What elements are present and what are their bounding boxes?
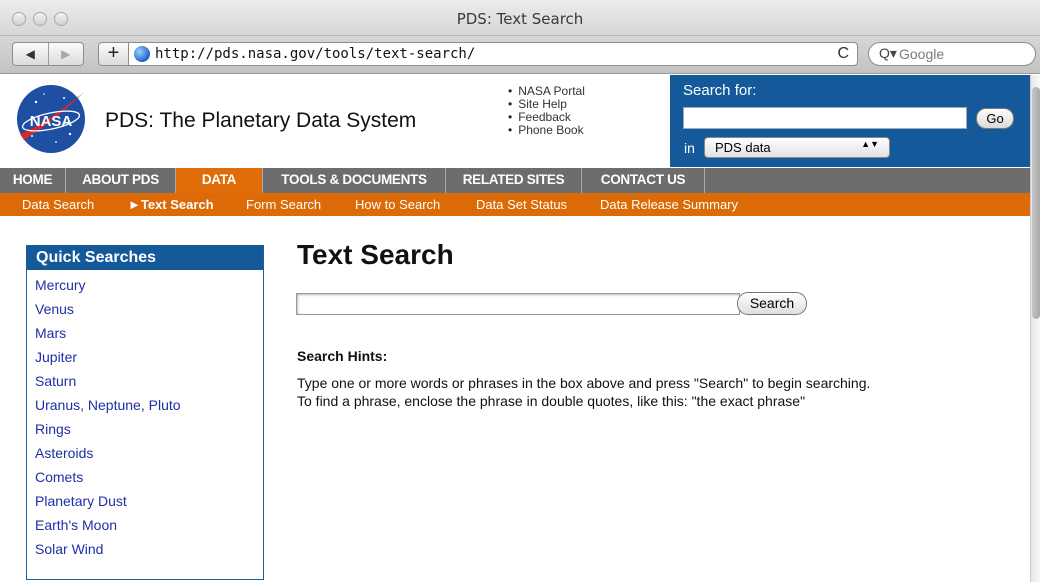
search-placeholder: Google	[899, 46, 945, 62]
quick-searches-title: Quick Searches	[27, 246, 263, 270]
nav-about-pds[interactable]: ABOUT PDS	[66, 168, 176, 193]
url-text[interactable]: http://pds.nasa.gov/tools/text-search/	[155, 46, 475, 62]
page-title: Text Search	[297, 239, 454, 270]
search-scope-value: PDS data	[715, 140, 771, 155]
quick-link-jupiter[interactable]: Jupiter	[35, 348, 181, 372]
nasa-logo[interactable]: NASA	[16, 84, 86, 154]
vertical-scrollbar[interactable]	[1030, 75, 1040, 582]
quick-link-earths-moon[interactable]: Earth's Moon	[35, 516, 181, 540]
header-links: NASA Portal Site Help Feedback Phone Boo…	[508, 85, 585, 137]
search-hints-heading: Search Hints:	[297, 348, 388, 364]
address-bar[interactable]: http://pds.nasa.gov/tools/text-search/ C	[128, 42, 858, 66]
search-hint-line-1: Type one or more words or phrases in the…	[297, 375, 871, 391]
quick-link-rings[interactable]: Rings	[35, 420, 181, 444]
search-scope-select[interactable]: PDS data ▲▼	[704, 137, 890, 158]
go-button[interactable]: Go	[976, 108, 1014, 129]
back-button[interactable]: ◀	[13, 43, 49, 65]
browser-toolbar: ◀ ▶ + http://pds.nasa.gov/tools/text-sea…	[0, 36, 1040, 74]
quick-link-solar-wind[interactable]: Solar Wind	[35, 540, 181, 564]
nav-data[interactable]: DATA	[176, 168, 263, 193]
quick-link-venus[interactable]: Venus	[35, 300, 181, 324]
quick-link-asteroids[interactable]: Asteroids	[35, 444, 181, 468]
search-icon[interactable]: Q▾	[879, 45, 897, 62]
globe-icon	[134, 46, 150, 62]
window-title: PDS: Text Search	[456, 10, 584, 28]
link-phone-book[interactable]: Phone Book	[508, 124, 585, 137]
nav-home[interactable]: HOME	[0, 168, 66, 193]
quick-searches-list: Mercury Venus Mars Jupiter Saturn Uranus…	[35, 276, 181, 564]
quick-link-mercury[interactable]: Mercury	[35, 276, 181, 300]
site-title[interactable]: PDS: The Planetary Data System	[105, 109, 416, 133]
select-arrows-icon: ▲▼	[861, 139, 879, 149]
page-viewport: NASA PDS: The Planetary Data System NASA…	[0, 75, 1030, 582]
nav-tools-documents[interactable]: TOOLS & DOCUMENTS	[263, 168, 446, 193]
subnav-data-search[interactable]: Data Search	[22, 197, 94, 212]
scrollbar-thumb[interactable]	[1032, 87, 1040, 319]
browser-search-field[interactable]: Q▾ Google	[868, 42, 1036, 66]
history-buttons: ◀ ▶	[12, 42, 84, 66]
subnav-data-set-status[interactable]: Data Set Status	[476, 197, 567, 212]
sub-nav: Data Search ►Text Search Form Search How…	[0, 193, 1030, 216]
site-search-input[interactable]	[683, 107, 967, 129]
main-nav: HOME ABOUT PDS DATA TOOLS & DOCUMENTS RE…	[0, 168, 1030, 193]
quick-link-saturn[interactable]: Saturn	[35, 372, 181, 396]
subnav-how-to-search[interactable]: How to Search	[355, 197, 440, 212]
in-label: in	[684, 140, 695, 156]
quick-link-outer-planets[interactable]: Uranus, Neptune, Pluto	[35, 396, 181, 420]
quick-searches-box: Quick Searches Mercury Venus Mars Jupite…	[26, 245, 264, 580]
nav-related-sites[interactable]: RELATED SITES	[446, 168, 582, 193]
site-header: NASA PDS: The Planetary Data System NASA…	[0, 75, 1030, 167]
text-search-input[interactable]	[296, 293, 740, 315]
search-button[interactable]: Search	[737, 292, 807, 315]
quick-link-comets[interactable]: Comets	[35, 468, 181, 492]
quick-link-planetary-dust[interactable]: Planetary Dust	[35, 492, 181, 516]
subnav-data-release-summary[interactable]: Data Release Summary	[600, 197, 738, 212]
add-bookmark-button[interactable]: +	[98, 42, 128, 66]
nav-contact-us[interactable]: CONTACT US	[582, 168, 705, 193]
reload-icon[interactable]: C	[837, 45, 849, 63]
window-titlebar: PDS: Text Search	[0, 0, 1040, 36]
site-search-panel: Search for: Go in PDS data ▲▼	[670, 75, 1030, 167]
subnav-text-search[interactable]: ►Text Search	[128, 197, 214, 212]
forward-button[interactable]: ▶	[49, 43, 84, 65]
search-hint-line-2: To find a phrase, enclose the phrase in …	[297, 393, 806, 409]
search-for-label: Search for:	[683, 82, 757, 99]
quick-link-mars[interactable]: Mars	[35, 324, 181, 348]
subnav-form-search[interactable]: Form Search	[246, 197, 321, 212]
nasa-logo-text: NASA	[30, 113, 73, 130]
